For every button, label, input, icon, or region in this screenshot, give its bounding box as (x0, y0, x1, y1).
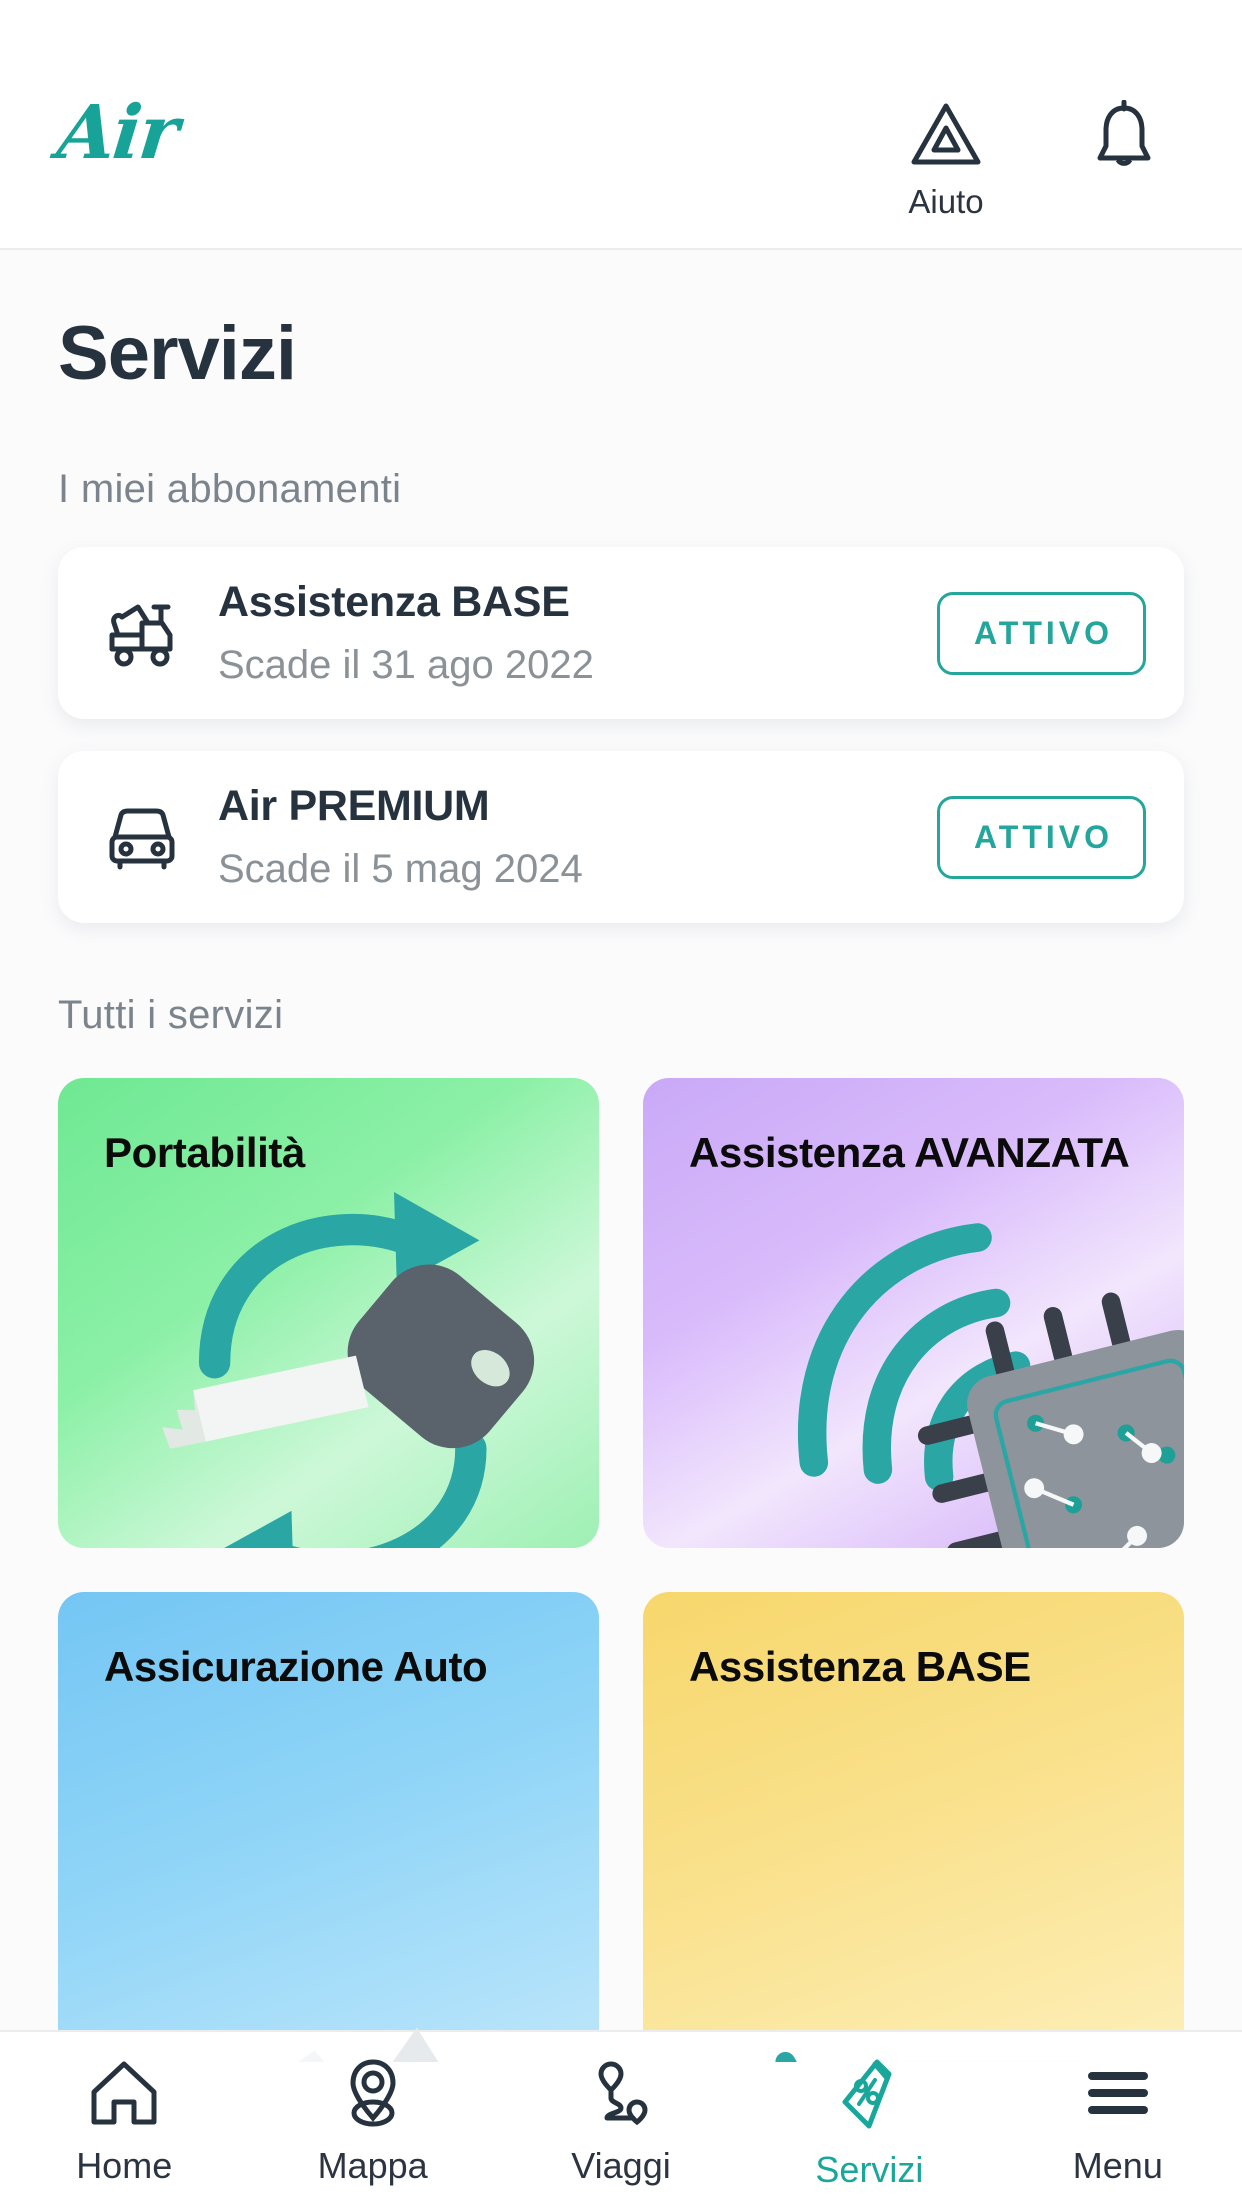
service-tile-assicurazione-auto[interactable]: Assicurazione Auto (58, 1592, 599, 2062)
subscription-list: Assistenza BASE Scade il 31 ago 2022 ATT… (58, 547, 1184, 923)
service-tile-grid: Portabilità Assistenza AVANZATA Assicura… (58, 1078, 1184, 2062)
subscription-expiry: Scade il 5 mag 2024 (218, 847, 583, 891)
subscription-text: Assistenza BASE Scade il 31 ago 2022 (190, 578, 937, 688)
tow-truck-icon (94, 597, 190, 669)
service-tile-assistenza-avanzata[interactable]: Assistenza AVANZATA (643, 1078, 1184, 1548)
service-tile-assistenza-base[interactable]: Assistenza BASE (643, 1592, 1184, 2062)
nav-label: Viaggi (571, 2145, 671, 2186)
service-tile-portabilita[interactable]: Portabilità (58, 1078, 599, 1548)
subscription-name: Assistenza BASE (218, 578, 570, 626)
notifications-button[interactable] (1064, 99, 1184, 183)
all-services-section-label: Tutti i servizi (58, 993, 284, 1037)
warning-triangle-icon (908, 100, 984, 175)
status-badge: ATTIVO (937, 795, 1146, 879)
app-header: Air Aiuto (0, 0, 1242, 250)
route-icon (583, 2058, 659, 2133)
subscription-text: Air PREMIUM Scade il 5 mag 2024 (190, 782, 937, 892)
subscription-expiry: Scade il 31 ago 2022 (218, 643, 594, 687)
nav-label: Menu (1072, 2145, 1163, 2186)
bell-icon (1088, 99, 1160, 183)
service-tile-title: Assistenza BASE (689, 1643, 1031, 1690)
status-badge: ATTIVO (937, 591, 1146, 675)
hamburger-menu-icon (1080, 2058, 1156, 2133)
nav-item-menu[interactable]: Menu (994, 2058, 1242, 2187)
tag-percent-icon (831, 2058, 907, 2137)
service-tile-title: Assicurazione Auto (104, 1643, 488, 1690)
nav-label: Servizi (815, 2149, 924, 2190)
service-tile-title: Portabilità (104, 1129, 305, 1176)
nav-item-servizi[interactable]: Servizi (745, 2058, 993, 2191)
nav-label: Mappa (317, 2145, 428, 2186)
subscriptions-section-label: I miei abbonamenti (58, 467, 402, 511)
help-label: Aiuto (908, 183, 984, 220)
header-actions: Aiuto (886, 99, 1184, 221)
nav-item-mappa[interactable]: Mappa (248, 2058, 496, 2187)
map-pin-icon (335, 2058, 411, 2133)
nav-item-home[interactable]: Home (0, 2058, 248, 2187)
subscription-card[interactable]: Assistenza BASE Scade il 31 ago 2022 ATT… (58, 547, 1184, 719)
nav-item-viaggi[interactable]: Viaggi (497, 2058, 745, 2187)
brand-logo: Air (53, 90, 182, 176)
subscription-card[interactable]: Air PREMIUM Scade il 5 mag 2024 ATTIVO (58, 751, 1184, 923)
subscription-name: Air PREMIUM (218, 782, 490, 830)
page-title: Servizi (58, 311, 297, 396)
page-body: Servizi I miei abbonamenti Assistenza BA… (0, 250, 1242, 2208)
service-tile-title: Assistenza AVANZATA (689, 1129, 1130, 1176)
home-icon (86, 2058, 162, 2133)
car-front-icon (94, 801, 190, 873)
nav-label: Home (76, 2145, 173, 2186)
help-button[interactable]: Aiuto (886, 100, 1006, 221)
